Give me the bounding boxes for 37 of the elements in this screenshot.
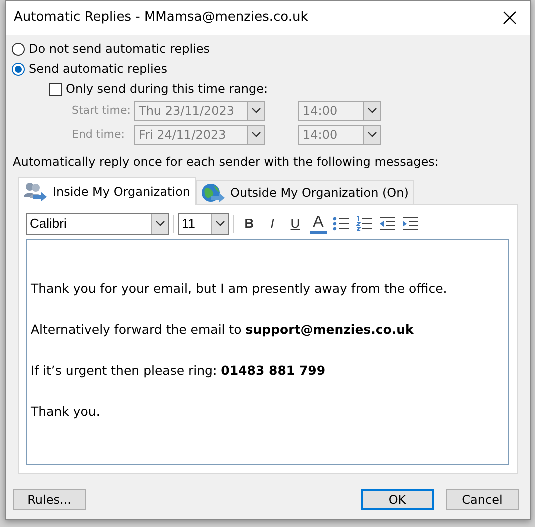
tab[interactable]: Inside My Organization (18, 177, 196, 205)
chevron-icon (252, 108, 260, 114)
italic-button[interactable]: I (261, 213, 284, 235)
chevron-icon (368, 132, 376, 138)
size-dropdown[interactable]: 11 (178, 213, 229, 235)
time-label: Start time: (72, 102, 132, 119)
message-paragraph: Thank you for your email, but I am presently away from the office. (31, 280, 448, 298)
bullet-list-icon[interactable] (333, 216, 350, 232)
message-paragraph: Thank you. (31, 403, 102, 421)
window-title: Automatic Replies - MMamsa@menzies.co.uk (14, 9, 308, 28)
radio-button[interactable] (12, 62, 25, 76)
numbered-list-icon[interactable] (356, 216, 373, 232)
increase-indent-icon[interactable] (402, 216, 419, 232)
ok-button[interactable]: OK (361, 489, 434, 510)
chevron-icon (252, 132, 260, 138)
instruction-text: Automatically reply once for each sender with the following messages: (12, 154, 440, 171)
close-icon (503, 11, 517, 25)
radio-button[interactable] (12, 42, 25, 56)
time-label: End time: (72, 126, 126, 143)
people-icon (23, 182, 47, 202)
cancel-button[interactable]: Cancel (446, 489, 519, 510)
radio-label[interactable]: Do not send automatic replies (29, 40, 210, 58)
globe-icon (200, 182, 225, 202)
color-button[interactable]: A (310, 214, 327, 234)
bold-button[interactable]: B (238, 213, 261, 235)
chevron-icon (156, 221, 164, 227)
decrease-indent-icon[interactable] (379, 216, 396, 232)
underline-button[interactable]: U (284, 213, 307, 235)
chevron-icon (368, 108, 376, 114)
chevron-icon (216, 221, 224, 227)
tab[interactable]: Outside My Organization (On) (196, 180, 414, 204)
message-paragraph: If it’s urgent then please ring: 01483 881 799 (31, 362, 327, 380)
radio-label[interactable]: Send automatic replies (29, 60, 168, 78)
font-dropdown[interactable]: Calibri (26, 213, 169, 235)
message-paragraph: Alternatively forward the email to support@menzies.co.uk (31, 321, 415, 339)
rules-button[interactable]: Rules... (13, 489, 86, 510)
message-editor[interactable]: Thank you for your email, but I am presently away from the office. Alternatively forward the email to support@menzies.co.uk If it’s urgent then please ring: 01483 881 799 Thank you. (26, 239, 509, 465)
